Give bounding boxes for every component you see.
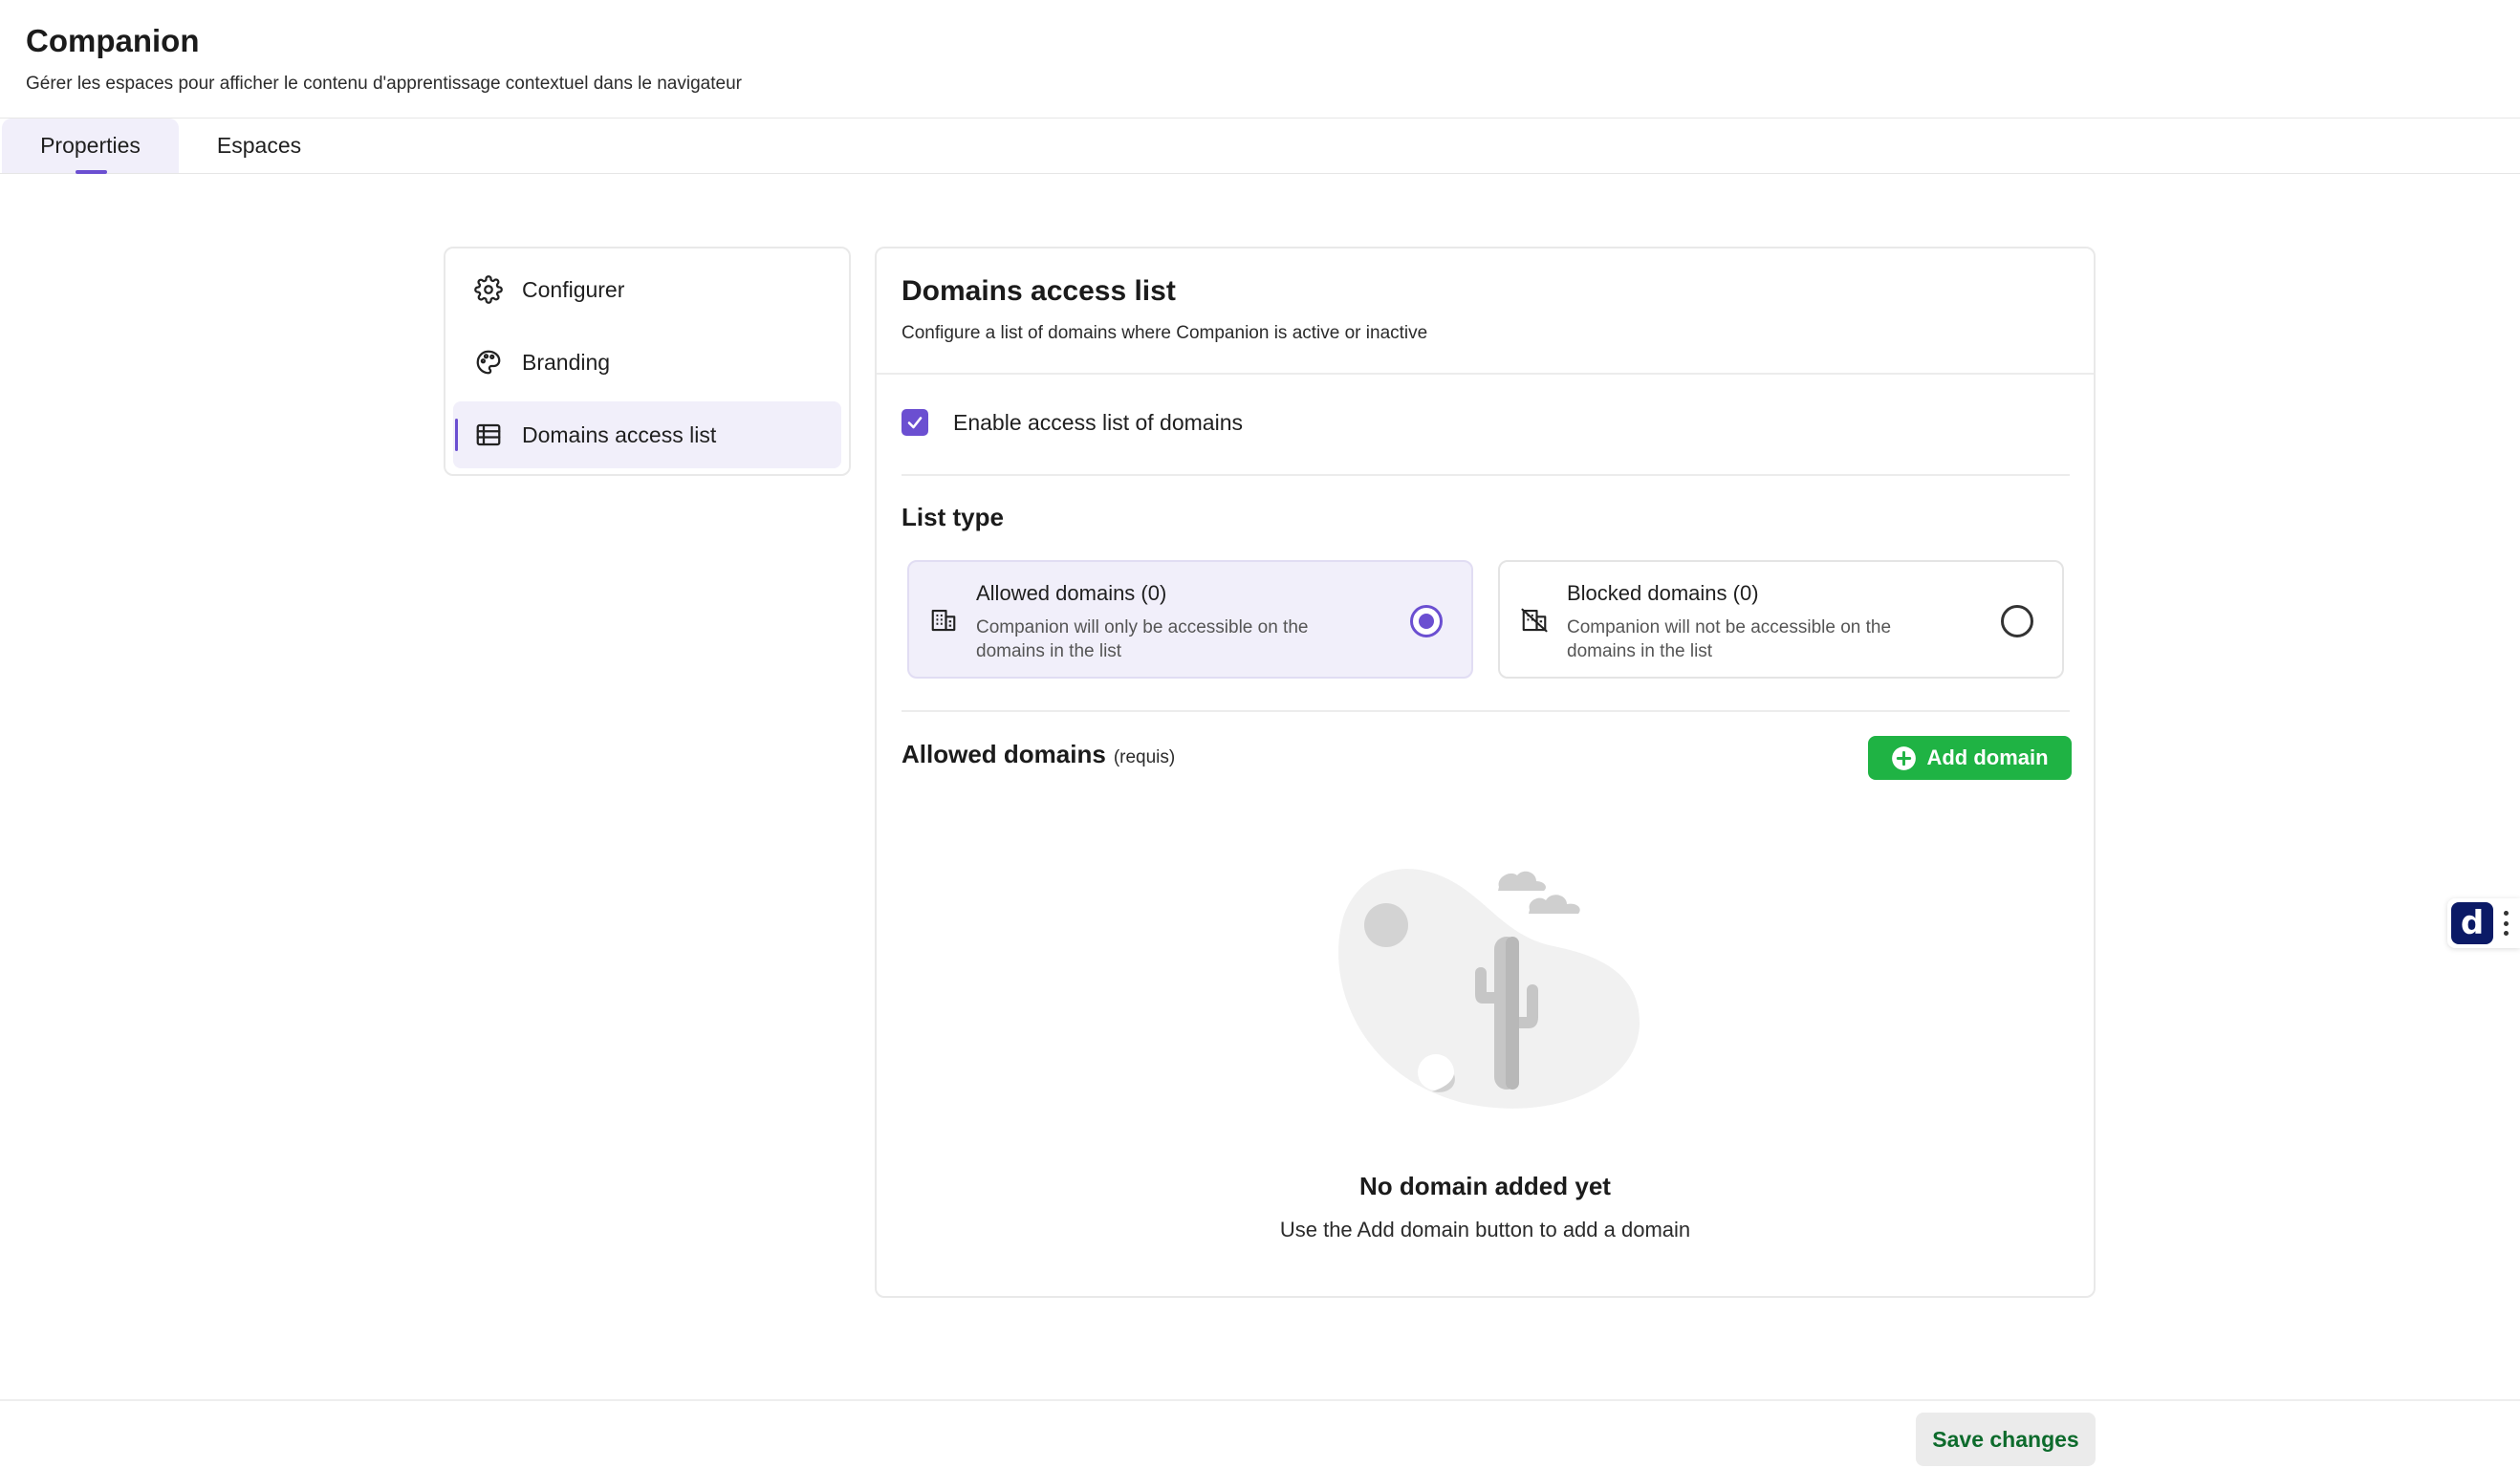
- blocked-domains-option[interactable]: Blocked domains (0) Companion will not b…: [1498, 560, 2064, 679]
- enable-access-list-row: Enable access list of domains: [902, 409, 1243, 436]
- allowed-domains-option-description: Companion will only be accessible on the…: [976, 617, 1309, 661]
- sidebar-item-domains-access-list[interactable]: Domains access list: [453, 401, 841, 468]
- panel-title: Domains access list: [902, 275, 1176, 307]
- list-type-heading: List type: [902, 503, 1004, 531]
- allowed-domains-radio[interactable]: [1410, 605, 1443, 637]
- sidebar-item-label: Branding: [522, 349, 611, 375]
- tab-properties[interactable]: Properties: [2, 119, 179, 174]
- settings-sidebar: Configurer Branding Domains access list: [444, 247, 851, 476]
- building-off-icon: [1519, 605, 1550, 636]
- palette-icon: [474, 348, 503, 377]
- save-changes-button[interactable]: Save changes: [1916, 1413, 2096, 1466]
- empty-state-description: Use the Add domain button to add a domai…: [1279, 1218, 1691, 1241]
- assistant-logo-letter: d: [2460, 904, 2485, 942]
- allowed-domains-heading-title: Allowed domains: [902, 740, 1106, 768]
- required-label: (requis): [1113, 747, 1176, 767]
- blocked-domains-option-description: Companion will not be accessible on the …: [1567, 617, 1892, 661]
- save-changes-label: Save changes: [1932, 1426, 2079, 1452]
- table-list-icon: [474, 421, 503, 449]
- divider: [877, 373, 2094, 375]
- footer-divider: [0, 1399, 2520, 1401]
- plus-circle-icon: [1892, 745, 1917, 770]
- page: Companion Gérer les espaces pour affiche…: [0, 0, 2520, 1468]
- tab-espaces-label: Espaces: [216, 133, 302, 158]
- add-domain-button[interactable]: Add domain: [1868, 736, 2072, 780]
- assistant-logo-button[interactable]: d: [2451, 902, 2493, 944]
- divider: [902, 710, 2070, 712]
- sidebar-item-configurer[interactable]: Configurer: [453, 256, 841, 323]
- allowed-domains-heading: Allowed domains (requis): [902, 740, 1175, 769]
- tab-properties-label: Properties: [40, 133, 141, 158]
- enable-access-list-checkbox[interactable]: [902, 409, 928, 436]
- allowed-domains-option[interactable]: Allowed domains (0) Companion will only …: [907, 560, 1473, 679]
- tab-espaces[interactable]: Espaces: [191, 119, 327, 173]
- blocked-domains-option-title: Blocked domains (0): [1567, 581, 1759, 605]
- sidebar-item-branding[interactable]: Branding: [453, 329, 841, 396]
- allowed-domains-option-title: Allowed domains (0): [976, 581, 1167, 605]
- more-options-icon[interactable]: [2501, 911, 2510, 936]
- page-subtitle: Gérer les espaces pour afficher le conte…: [26, 74, 742, 94]
- divider: [902, 474, 2070, 476]
- desert-cactus-illustration: [1338, 869, 1640, 1109]
- checkmark-icon: [907, 417, 923, 429]
- domains-access-panel: Domains access list Configure a list of …: [875, 247, 2096, 1298]
- building-icon: [928, 605, 959, 636]
- empty-state-title: No domain added yet: [1359, 1172, 1611, 1200]
- panel-header: Domains access list Configure a list of …: [902, 273, 1427, 344]
- sidebar-item-label: Domains access list: [522, 421, 717, 447]
- tab-bar: Properties Espaces: [0, 118, 2520, 174]
- blocked-domains-radio[interactable]: [2001, 605, 2033, 637]
- sidebar-item-label: Configurer: [522, 276, 625, 302]
- enable-access-list-label: Enable access list of domains: [953, 409, 1243, 435]
- page-title: Companion: [26, 23, 200, 58]
- assistant-widget: d: [2447, 898, 2520, 948]
- gear-icon: [474, 275, 503, 304]
- active-tab-indicator: [76, 170, 107, 174]
- add-domain-button-label: Add domain: [1926, 745, 2049, 769]
- page-header: Companion Gérer les espaces pour affiche…: [26, 21, 742, 96]
- panel-subtitle: Configure a list of domains where Compan…: [902, 323, 1428, 343]
